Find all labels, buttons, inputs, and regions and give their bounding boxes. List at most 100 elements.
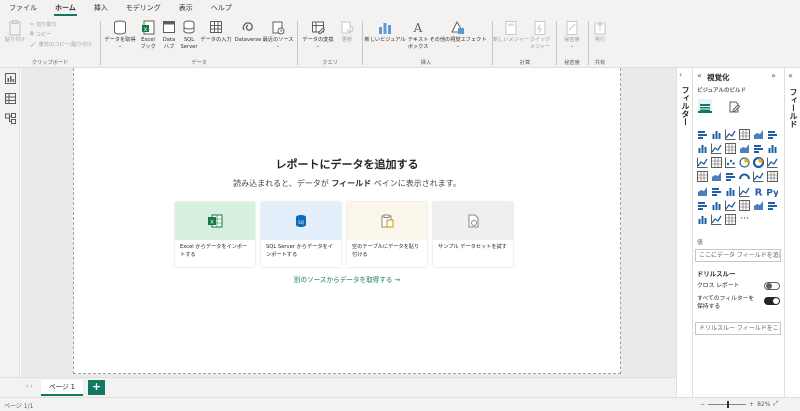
fit-to-page-icon[interactable]: ⤢ — [773, 400, 778, 408]
fields-pane-label[interactable]: フィールド — [788, 88, 799, 128]
quick-measure-button[interactable]: クイック メジャー — [528, 20, 552, 50]
import-excel-card[interactable]: x Excel からデータをインポートする — [175, 202, 255, 267]
dataverse-button[interactable]: Dataverse — [233, 20, 263, 44]
python-visual-icon[interactable]: Py — [766, 185, 778, 197]
recent-sources-button[interactable]: 最近のソース ⌄ — [263, 20, 293, 49]
cross-report-toggle[interactable] — [764, 282, 780, 290]
more-visuals-button[interactable]: その他の視覚エフェクト ⌄ — [429, 20, 487, 49]
import-sql-card[interactable]: SQ SQL Server からデータをインポートする — [261, 202, 341, 267]
pie-chart-icon[interactable] — [738, 157, 750, 169]
narrative-icon[interactable] — [738, 199, 750, 211]
qna-icon-glyph — [724, 200, 736, 211]
decomposition-tree-icon[interactable] — [710, 199, 722, 211]
paste-button[interactable]: 貼り付け — [2, 20, 28, 44]
line-column-icon-glyph — [739, 143, 749, 153]
stacked-bar-icon[interactable] — [696, 128, 708, 140]
table-visual-icon[interactable] — [724, 185, 736, 197]
matrix-icon[interactable] — [738, 185, 750, 197]
r-visual-icon[interactable]: R — [752, 185, 764, 197]
tab-view[interactable]: 表示 — [170, 0, 202, 17]
gauge-icon[interactable] — [738, 171, 750, 183]
filled-map-icon[interactable] — [710, 171, 722, 183]
cut-button[interactable]: ✂ 切り取り — [30, 21, 57, 29]
multirow-card-icon[interactable] — [766, 171, 778, 183]
tab-help[interactable]: ヘルプ — [202, 0, 241, 17]
slicer-icon[interactable] — [710, 185, 722, 197]
clustered-column-icon[interactable] — [738, 128, 750, 140]
qna-icon[interactable] — [724, 199, 736, 211]
diamond-icon[interactable] — [710, 214, 722, 226]
keep-filters-toggle[interactable] — [764, 297, 780, 305]
paste-data-card[interactable]: 空のテーブルにデータを貼り付ける — [347, 202, 427, 267]
expand-filters-icon[interactable]: ‹ — [679, 70, 682, 79]
enter-data-button[interactable]: データの入力 — [200, 20, 232, 44]
100-column-icon[interactable] — [766, 128, 778, 140]
text-box-label: テキスト ボックス — [407, 37, 429, 50]
line-clustered-icon[interactable] — [752, 142, 764, 154]
add-page-button[interactable]: + — [88, 380, 105, 395]
page-tab[interactable]: ページ 1 — [41, 380, 83, 396]
zoom-out-button[interactable]: − — [700, 401, 705, 408]
tab-insert[interactable]: 挿入 — [85, 0, 117, 17]
drillthrough-field-well[interactable]: ドリルスルー フィールドをここに追加 — [695, 322, 781, 335]
donut-icon[interactable] — [752, 157, 764, 169]
new-measure-button[interactable]: 新しいメジャー — [493, 20, 529, 44]
key-influencers-icon[interactable] — [696, 199, 708, 211]
collapse-left-icon[interactable]: « — [697, 71, 702, 80]
report-page[interactable]: レポートにデータを追加する 読み込まれると、データが フィールド ペインに表示さ… — [73, 68, 621, 374]
scatter-icon[interactable] — [724, 157, 736, 169]
area-chart-icon[interactable] — [710, 142, 722, 154]
refresh-button[interactable]: 更新 — [336, 20, 358, 44]
values-field-well[interactable]: ここにデータ フィールドを追加 — [695, 249, 781, 262]
excel-workbook-button[interactable]: x Excel ブック — [138, 20, 158, 50]
kpi-icon[interactable] — [696, 185, 708, 197]
sensitivity-button[interactable]: 秘密度 ⌄ — [560, 20, 584, 49]
tab-file[interactable]: ファイル — [0, 0, 46, 17]
more-visuals-icon[interactable]: ··· — [738, 214, 750, 226]
copy-button[interactable]: ⧉ コピー — [30, 31, 51, 38]
map-icon[interactable] — [696, 171, 708, 183]
arrows-icon[interactable] — [724, 214, 736, 226]
zoom-in-button[interactable]: + — [749, 401, 754, 408]
get-data-other-source-link[interactable]: 別のソースからデータを取得する → — [74, 274, 620, 284]
collapse-right-icon[interactable]: » — [771, 71, 776, 80]
tab-home[interactable]: ホーム — [46, 0, 85, 17]
stacked-area-icon[interactable] — [724, 142, 736, 154]
funnel-icon[interactable] — [710, 157, 722, 169]
tab-modeling[interactable]: モデリング — [117, 0, 170, 17]
stacked-column-icon[interactable] — [710, 128, 722, 140]
clustered-bar-icon[interactable] — [724, 128, 736, 140]
new-visual-button[interactable]: 新しいビジュアル — [365, 20, 406, 44]
paginated-icon[interactable] — [752, 199, 764, 211]
sample-dataset-card[interactable]: サンプル データセットを試す — [433, 202, 513, 267]
build-visual-tab[interactable] — [698, 99, 712, 113]
get-data-button[interactable]: データを取得 ⌄ — [103, 20, 137, 49]
sql-server-button[interactable]: SQL Server — [179, 20, 199, 50]
transform-data-button[interactable]: データの変換 ⌄ — [301, 20, 335, 49]
card-icon[interactable] — [752, 171, 764, 183]
page-nav-arrows[interactable]: ‹ › — [26, 383, 33, 390]
report-view-icon[interactable] — [5, 73, 16, 84]
format-visual-tab[interactable] — [728, 101, 740, 113]
power-apps-icon[interactable] — [766, 199, 778, 211]
waterfall-icon[interactable] — [696, 157, 708, 169]
100-bar-icon[interactable] — [752, 128, 764, 140]
power-automate-icon[interactable] — [696, 214, 708, 226]
ribbon-chart-icon[interactable] — [766, 142, 778, 154]
treemap-icon[interactable] — [766, 157, 778, 169]
expand-fields-icon[interactable]: « — [788, 71, 793, 80]
zoom-slider[interactable] — [708, 400, 747, 408]
model-view-icon[interactable] — [5, 113, 16, 124]
refresh-label: 更新 — [341, 37, 353, 43]
text-box-button[interactable]: A テキスト ボックス — [406, 20, 430, 50]
line-chart-icon[interactable] — [696, 142, 708, 154]
line-column-icon[interactable] — [738, 142, 750, 154]
data-hub-label: Data ハブ — [162, 37, 176, 50]
table-view-icon[interactable] — [5, 93, 16, 104]
format-painter-button[interactable]: 🖌 書式のコピー/貼り付け — [30, 41, 92, 49]
data-hub-button[interactable]: Data ハブ — [159, 20, 179, 50]
publish-button[interactable]: 発行 — [590, 20, 610, 44]
zoom-slider-thumb[interactable] — [726, 400, 729, 408]
shape-map-icon[interactable] — [724, 171, 736, 183]
filters-pane-label[interactable]: フィルター — [680, 86, 691, 126]
